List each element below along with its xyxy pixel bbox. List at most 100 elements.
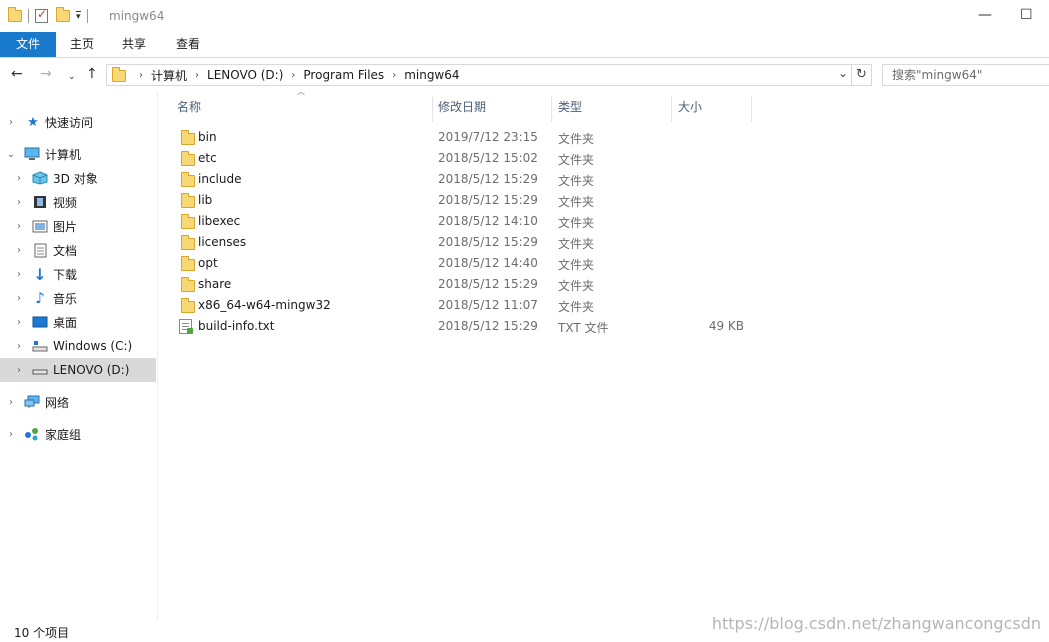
file-name: bin [198,130,217,144]
file-date: 2018/5/12 14:40 [438,256,538,270]
column-header-name[interactable]: 名称 [171,96,433,122]
address-dropdown-icon[interactable]: ⌄ [838,66,848,80]
table-row[interactable]: share 2018/5/12 15:29 文件夹 [159,274,759,295]
tab-view[interactable]: 查看 [162,32,214,57]
table-row[interactable]: include 2018/5/12 15:29 文件夹 [159,169,759,190]
column-header-size[interactable]: 大小 [672,96,752,122]
table-row[interactable]: opt 2018/5/12 14:40 文件夹 [159,253,759,274]
table-row[interactable]: build-info.txt 2018/5/12 15:29 TXT 文件 49… [159,316,759,337]
sidebar-item-label: 家庭组 [45,427,82,442]
new-folder-icon[interactable] [56,7,70,22]
maximize-button[interactable]: ☐ [1020,8,1033,22]
address-bar[interactable]: › 计算机 › LENOVO (D:) › Program Files › mi… [106,64,852,86]
tab-file[interactable]: 文件 [0,32,56,57]
table-row[interactable]: licenses 2018/5/12 15:29 文件夹 [159,232,759,253]
expand-chevron-icon[interactable]: › [14,221,24,232]
up-arrow-icon[interactable]: ↑ [86,66,98,82]
forward-arrow-icon[interactable]: → [40,66,52,82]
collapse-chevron-icon[interactable]: ⌄ [6,149,16,160]
folder-icon [181,193,195,208]
breadcrumb-separator-icon[interactable]: › [392,70,396,81]
star-icon: ★ [27,114,39,130]
homegroup-icon [24,427,40,441]
breadcrumb-separator-icon[interactable]: › [195,70,199,81]
table-row[interactable]: lib 2018/5/12 15:29 文件夹 [159,190,759,211]
table-row[interactable]: etc 2018/5/12 15:02 文件夹 [159,148,759,169]
breadcrumb-drive-d[interactable]: LENOVO (D:) [207,68,283,82]
sidebar-item-music[interactable]: › ♪ 音乐 [0,286,156,310]
sidebar-item-documents[interactable]: › 文档 [0,238,156,262]
sidebar-item-3d-objects[interactable]: › 3D 对象 [0,166,156,190]
expand-chevron-icon[interactable]: › [6,117,16,128]
sidebar-item-label: 快速访问 [45,115,94,130]
tab-share[interactable]: 共享 [108,32,160,57]
folder-icon [181,130,195,145]
file-name: share [198,277,232,291]
sidebar-item-computer[interactable]: ⌄ 计算机 [0,142,156,166]
toolbar-separator [28,9,29,23]
file-name: x86_64-w64-mingw32 [198,298,331,312]
back-arrow-icon[interactable]: ← [11,66,23,82]
sidebar-item-label: 计算机 [45,147,82,162]
expand-chevron-icon[interactable]: › [14,197,24,208]
sidebar-item-quick-access[interactable]: › ★ 快速访问 [0,110,156,134]
sidebar-item-windows-c[interactable]: › Windows (C:) [0,334,156,358]
navigation-pane: › ★ 快速访问 ⌄ 计算机 › 3D 对象 › 视频 › 图片 › 文档 › … [0,92,158,620]
title-bar: ▾ mingw64 — ☐ [0,0,1049,32]
watermark: https://blog.csdn.net/zhangwancongcsdn [711,614,1041,633]
file-date: 2019/7/12 23:15 [438,130,538,144]
sidebar-item-label: 文档 [53,243,78,258]
sidebar-item-lenovo-d[interactable]: › LENOVO (D:) [0,358,156,382]
breadcrumb-mingw64[interactable]: mingw64 [404,68,459,82]
file-type: 文件夹 [558,258,595,272]
text-file-icon [179,319,193,334]
breadcrumb-separator-icon[interactable]: › [291,70,295,81]
file-name: lib [198,193,213,207]
search-input[interactable] [883,65,1049,85]
drive-d-icon [32,363,48,377]
search-box[interactable] [882,64,1049,86]
expand-chevron-icon[interactable]: › [14,245,24,256]
tab-home[interactable]: 主页 [56,32,108,57]
file-name: include [198,172,242,186]
window-title: mingw64 [109,9,165,23]
sidebar-item-network[interactable]: › 网络 [0,390,156,414]
properties-icon[interactable] [35,7,48,23]
item-count: 10 个项目 [14,626,70,640]
sidebar-item-pictures[interactable]: › 图片 [0,214,156,238]
file-type: TXT 文件 [558,321,609,335]
music-icon: ♪ [35,289,45,307]
file-date: 2018/5/12 15:29 [438,277,538,291]
expand-chevron-icon[interactable]: › [14,341,24,352]
customize-toolbar-icon[interactable]: ▾ [76,11,81,22]
network-icon [24,395,40,409]
minimize-button[interactable]: — [978,8,992,22]
expand-chevron-icon[interactable]: › [14,293,24,304]
file-name: libexec [198,214,241,228]
column-header-type[interactable]: 类型 [552,96,672,122]
expand-chevron-icon[interactable]: › [6,397,16,408]
table-row[interactable]: bin 2019/7/12 23:15 文件夹 [159,127,759,148]
expand-chevron-icon[interactable]: › [14,317,24,328]
status-bar: 10 个项目 https://blog.csdn.net/zhangwancon… [0,614,1049,642]
sidebar-item-videos[interactable]: › 视频 [0,190,156,214]
column-header-date[interactable]: 修改日期 [432,96,552,122]
folder-icon [181,235,195,250]
sidebar-item-homegroup[interactable]: › 家庭组 [0,422,156,446]
breadcrumb-program-files[interactable]: Program Files [303,68,384,82]
refresh-icon[interactable]: ↻ [852,64,872,86]
table-row[interactable]: libexec 2018/5/12 14:10 文件夹 [159,211,759,232]
sidebar-item-label: 音乐 [53,291,78,306]
sidebar-item-desktop[interactable]: › 桌面 [0,310,156,334]
sidebar-item-downloads[interactable]: › ↓ 下载 [0,262,156,286]
breadcrumb-computer[interactable]: 计算机 [151,67,187,84]
table-row[interactable]: x86_64-w64-mingw32 2018/5/12 11:07 文件夹 [159,295,759,316]
expand-chevron-icon[interactable]: › [14,365,24,376]
recent-locations-chevron-icon[interactable]: ⌄ [68,69,76,85]
expand-chevron-icon[interactable]: › [14,269,24,280]
file-type: 文件夹 [558,132,595,146]
expand-chevron-icon[interactable]: › [6,429,16,440]
breadcrumb-separator-icon[interactable]: › [139,70,143,81]
sidebar-item-label: 网络 [45,395,70,410]
expand-chevron-icon[interactable]: › [14,173,24,184]
